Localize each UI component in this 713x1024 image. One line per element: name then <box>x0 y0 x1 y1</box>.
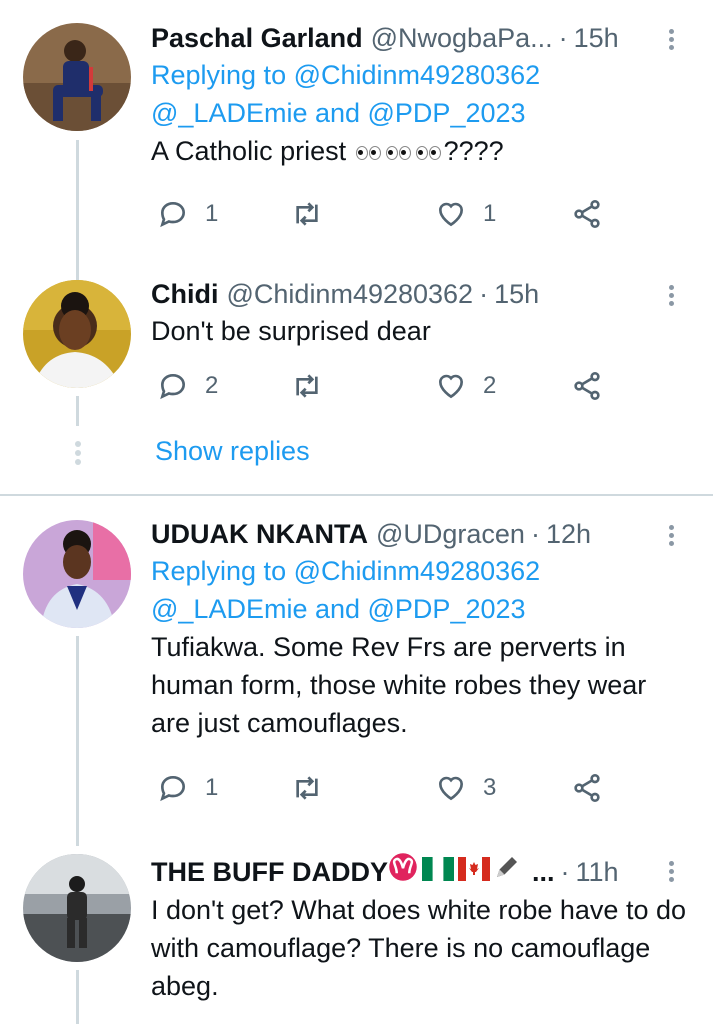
share-icon <box>574 774 600 802</box>
share-button[interactable] <box>571 772 603 804</box>
name-truncation: ... <box>532 856 555 887</box>
reply-mentions-line2[interactable]: @_LADEmie and @PDP_2023 <box>151 94 683 132</box>
eyes-emoji <box>386 132 412 170</box>
tweet-actions: 1 3 <box>151 772 621 812</box>
tweet-actions: 1 1 <box>151 198 621 238</box>
like-icon <box>438 202 464 227</box>
tweet-actions: 2 2 <box>151 370 621 410</box>
retweet-icon <box>296 374 318 398</box>
like-count: 1 <box>483 200 497 227</box>
share-button[interactable] <box>571 370 603 402</box>
reply-count: 2 <box>205 372 219 399</box>
avatar[interactable] <box>23 520 131 628</box>
show-replies-link[interactable]: Show replies <box>155 436 310 467</box>
separator-dot: · <box>560 856 570 887</box>
retweet-button[interactable] <box>291 198 323 230</box>
pen-icon <box>492 852 522 891</box>
timestamp[interactable]: 15h <box>494 276 539 312</box>
timestamp[interactable]: 15h <box>574 20 619 56</box>
reply-mention[interactable]: @Chidinm49280362 <box>294 60 541 90</box>
reply-button[interactable]: 1 <box>157 198 218 230</box>
timestamp[interactable]: 12h <box>546 516 591 552</box>
nigeria-flag-icon <box>422 854 454 890</box>
tweet-header: Chidi @Chidinm49280362 · 15h <box>151 276 683 312</box>
more-icon[interactable] <box>659 858 683 888</box>
replying-to: Replying to @Chidinm49280362 <box>151 60 541 90</box>
tweet-text: Don't be surprised dear <box>151 316 431 346</box>
like-button[interactable]: 3 <box>435 772 496 804</box>
thread-line <box>76 970 79 1024</box>
display-name[interactable]: Paschal Garland <box>151 20 363 56</box>
eyes-emoji <box>416 132 442 170</box>
thread-line <box>76 396 79 426</box>
timestamp[interactable]: 11h <box>576 854 619 890</box>
tweet-text: I don't get? What does white robe have t… <box>151 895 687 1001</box>
retweet-icon <box>296 202 318 226</box>
avatar[interactable] <box>23 854 131 962</box>
like-button[interactable]: 2 <box>435 370 496 402</box>
handle[interactable]: @Chidinm49280362 <box>227 276 474 312</box>
separator-dot: · <box>558 23 568 53</box>
separator-dot: · <box>479 279 489 309</box>
share-button[interactable] <box>571 198 603 230</box>
share-icon <box>574 372 600 400</box>
like-count: 2 <box>483 372 497 399</box>
display-name[interactable]: Chidi <box>151 276 219 312</box>
reply-count: 1 <box>205 774 219 801</box>
reply-button[interactable]: 2 <box>157 370 218 402</box>
avatar[interactable] <box>23 280 131 388</box>
retweet-icon <box>296 776 318 800</box>
replying-to: Replying to @Chidinm49280362 <box>151 556 541 586</box>
like-icon <box>438 776 464 801</box>
tweet-text: A Catholic priest ???? <box>151 132 683 170</box>
reply-icon <box>160 373 186 400</box>
reply-button[interactable]: 1 <box>157 772 218 804</box>
display-name[interactable]: UDUAK NKANTA <box>151 516 368 552</box>
display-name[interactable]: THE BUFF DADDY <box>151 854 388 890</box>
thread-dots <box>74 438 81 468</box>
like-icon <box>438 374 464 399</box>
retweet-button[interactable] <box>291 370 323 402</box>
share-icon <box>574 200 600 228</box>
avatar[interactable] <box>23 23 131 131</box>
eyes-emoji <box>356 132 382 170</box>
retweet-button[interactable] <box>291 772 323 804</box>
tweet-header: UDUAK NKANTA @UDgracen · 12h <box>151 516 683 552</box>
handle[interactable]: @NwogbaPa... <box>371 20 553 56</box>
more-icon[interactable] <box>659 282 683 312</box>
thread-line <box>76 140 79 280</box>
reply-mention[interactable]: @Chidinm49280362 <box>294 556 541 586</box>
tweet-header: Paschal Garland @NwogbaPa... · 15h <box>151 20 683 56</box>
reply-icon <box>160 775 186 802</box>
reply-mentions-line2[interactable]: @_LADEmie and @PDP_2023 <box>151 590 683 628</box>
more-icon[interactable] <box>659 26 683 56</box>
more-icon[interactable] <box>659 522 683 552</box>
handle[interactable]: @UDgracen <box>376 516 525 552</box>
tweet-text: Tufiakwa. Some Rev Frs are perverts in h… <box>151 632 647 738</box>
divider <box>0 494 713 496</box>
thread-line <box>76 636 79 846</box>
reply-count: 1 <box>205 200 219 227</box>
like-count: 3 <box>483 774 497 801</box>
canada-flag-icon <box>458 854 490 890</box>
separator-dot: · <box>530 519 540 549</box>
like-button[interactable]: 1 <box>435 198 496 230</box>
aries-icon <box>388 852 418 891</box>
tweet-header: THE BUFF DADDY ... · 11h <box>151 852 683 891</box>
reply-icon <box>160 201 186 228</box>
